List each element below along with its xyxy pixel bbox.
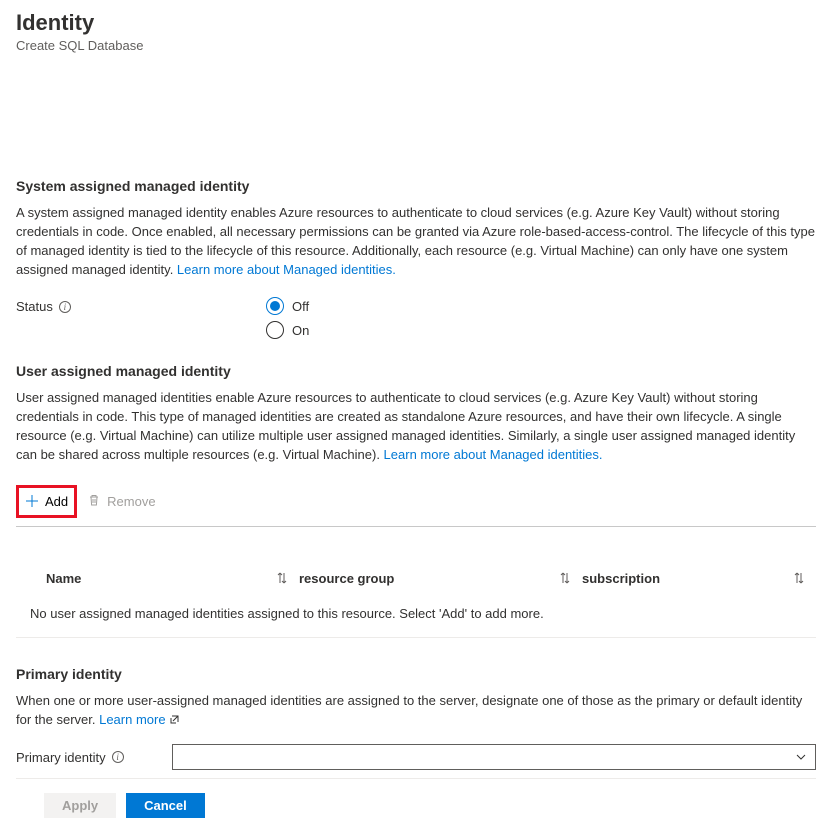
status-radio-group: Off On bbox=[266, 297, 309, 339]
add-label: Add bbox=[45, 494, 68, 509]
external-link-icon bbox=[169, 712, 180, 731]
page-subtitle: Create SQL Database bbox=[16, 38, 816, 53]
col-resource-group[interactable]: resource group bbox=[299, 571, 394, 586]
radio-label: Off bbox=[292, 299, 309, 314]
learn-more-link[interactable]: Learn more bbox=[99, 712, 180, 727]
radio-icon bbox=[266, 321, 284, 339]
system-identity-heading: System assigned managed identity bbox=[16, 178, 816, 194]
primary-identity-dropdown[interactable] bbox=[172, 744, 816, 770]
learn-more-link[interactable]: Learn more about Managed identities. bbox=[177, 262, 396, 277]
primary-identity-label: Primary identity bbox=[16, 750, 106, 765]
apply-button: Apply bbox=[44, 793, 116, 818]
col-subscription[interactable]: subscription bbox=[582, 571, 660, 586]
system-identity-description: A system assigned managed identity enabl… bbox=[16, 204, 816, 279]
info-icon[interactable]: i bbox=[112, 751, 124, 763]
empty-state: No user assigned managed identities assi… bbox=[16, 594, 816, 637]
divider bbox=[16, 526, 816, 527]
remove-label: Remove bbox=[107, 494, 155, 509]
add-button-highlight: Add bbox=[16, 485, 77, 518]
primary-identity-description: When one or more user-assigned managed i… bbox=[16, 692, 816, 731]
col-name[interactable]: Name bbox=[46, 571, 81, 586]
primary-identity-heading: Primary identity bbox=[16, 666, 816, 682]
radio-icon bbox=[266, 297, 284, 315]
plus-icon bbox=[25, 494, 39, 508]
status-on-radio[interactable]: On bbox=[266, 321, 309, 339]
info-icon[interactable]: i bbox=[59, 301, 71, 313]
sort-icon[interactable] bbox=[554, 571, 582, 586]
identity-table: Name resource group subscription No user… bbox=[16, 563, 816, 638]
user-identity-heading: User assigned managed identity bbox=[16, 363, 816, 379]
radio-label: On bbox=[292, 323, 309, 338]
status-label: Status bbox=[16, 299, 53, 314]
status-off-radio[interactable]: Off bbox=[266, 297, 309, 315]
sort-icon[interactable] bbox=[788, 571, 816, 586]
cancel-button[interactable]: Cancel bbox=[126, 793, 205, 818]
chevron-down-icon bbox=[795, 751, 807, 763]
page-title: Identity bbox=[16, 10, 816, 36]
user-identity-description: User assigned managed identities enable … bbox=[16, 389, 816, 464]
remove-button: Remove bbox=[87, 491, 155, 512]
divider bbox=[16, 778, 816, 779]
sort-icon[interactable] bbox=[271, 571, 299, 586]
system-desc-text: A system assigned managed identity enabl… bbox=[16, 205, 815, 277]
learn-more-link[interactable]: Learn more about Managed identities. bbox=[384, 447, 603, 462]
add-button[interactable]: Add bbox=[25, 492, 68, 511]
trash-icon bbox=[87, 493, 101, 510]
